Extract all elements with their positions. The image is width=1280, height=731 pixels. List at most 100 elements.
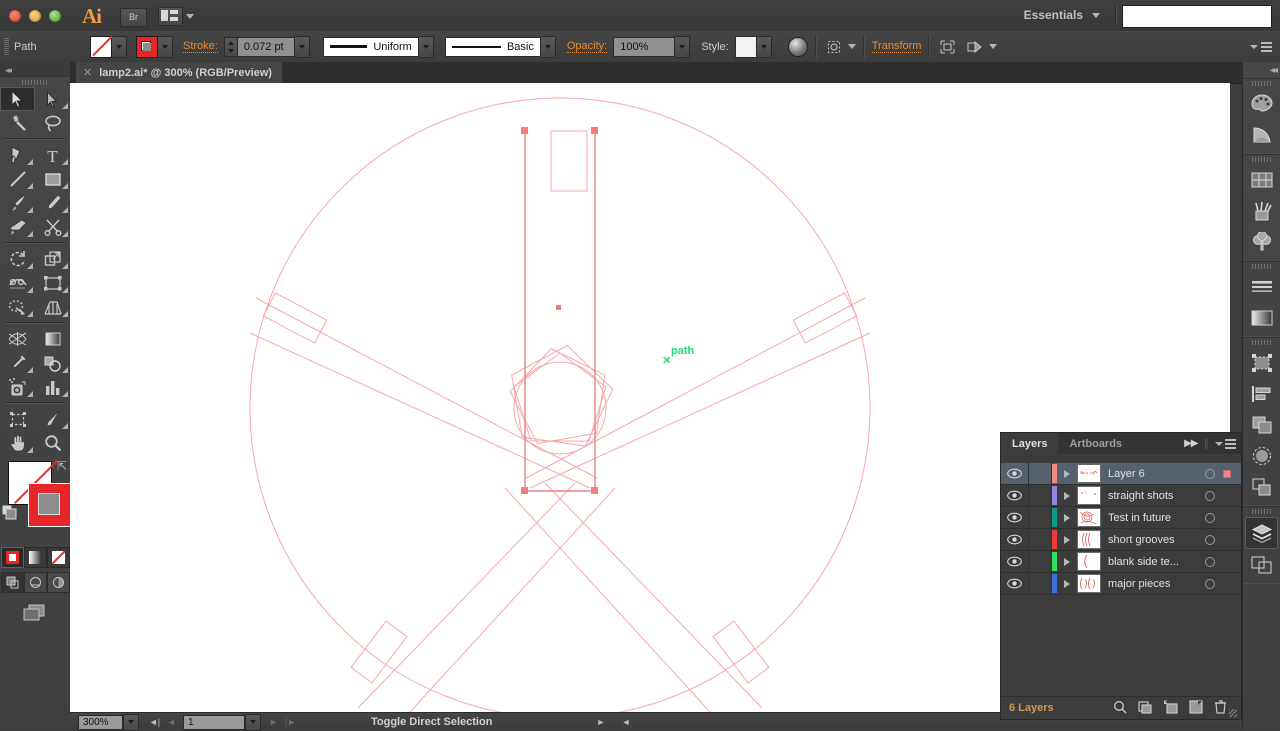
layer-disclosure-triangle[interactable]: [1057, 557, 1077, 566]
layer-name[interactable]: blank side te...: [1108, 556, 1199, 568]
last-artboard-button[interactable]: |►: [282, 714, 299, 730]
transparency-panel-icon[interactable]: [1246, 441, 1277, 471]
chevron-down-icon[interactable]: [847, 44, 856, 49]
table-row[interactable]: short grooves: [1001, 529, 1241, 551]
artboard-number-input[interactable]: 1: [183, 714, 245, 730]
first-artboard-button[interactable]: ◄|: [146, 714, 163, 730]
control-bar-grip[interactable]: [4, 37, 9, 56]
next-artboard-button[interactable]: ►: [265, 714, 282, 730]
color-guide-panel-icon[interactable]: [1246, 120, 1277, 150]
layer-target-indicator[interactable]: [1205, 578, 1215, 589]
layer-lock-toggle[interactable]: [1029, 573, 1052, 594]
layer-visibility-toggle[interactable]: [1001, 485, 1029, 506]
lasso-tool[interactable]: [35, 111, 70, 135]
stroke-label[interactable]: Stroke:: [183, 40, 218, 53]
color-panel-icon[interactable]: [1246, 89, 1277, 119]
type-tool[interactable]: T: [35, 143, 70, 167]
layer-lock-toggle[interactable]: [1029, 485, 1052, 506]
default-fill-stroke-icon[interactable]: [1, 504, 18, 521]
status-message[interactable]: Toggle Direct Selection: [371, 716, 492, 728]
table-row[interactable]: blank side te...: [1001, 551, 1241, 573]
stroke-dropdown-button[interactable]: [158, 35, 173, 58]
layer-disclosure-triangle[interactable]: [1057, 579, 1077, 588]
align-options-icon[interactable]: [824, 37, 844, 57]
table-row[interactable]: straight shots: [1001, 485, 1241, 507]
mesh-tool[interactable]: [0, 327, 35, 351]
color-mode-button[interactable]: [0, 547, 24, 568]
dock-group-grip[interactable]: [1243, 507, 1280, 516]
dock-group-grip[interactable]: [1243, 338, 1280, 347]
layer-visibility-toggle[interactable]: [1001, 573, 1029, 594]
artboards-panel-icon[interactable]: [1246, 550, 1277, 580]
locate-object-icon[interactable]: [1113, 700, 1127, 717]
symbol-sprayer-tool[interactable]: [0, 375, 35, 399]
swatches-panel-icon[interactable]: [1246, 165, 1277, 195]
layer-lock-toggle[interactable]: [1029, 463, 1052, 484]
pencil-tool[interactable]: [35, 191, 70, 215]
opacity-dropdown-button[interactable]: [675, 35, 691, 58]
double-chevron-right-icon[interactable]: ▶▶: [1184, 438, 1198, 449]
artboard-dropdown-button[interactable]: [245, 713, 261, 731]
gradient-mode-button[interactable]: [23, 547, 47, 568]
layer-visibility-toggle[interactable]: [1001, 463, 1029, 484]
recolor-artwork-icon[interactable]: [787, 36, 808, 57]
layers-panel-icon[interactable]: [1245, 517, 1278, 549]
gradient-panel-icon[interactable]: [1246, 303, 1277, 333]
line-segment-tool[interactable]: [0, 167, 35, 191]
scale-tool[interactable]: [35, 247, 70, 271]
none-mode-button[interactable]: [46, 547, 70, 568]
close-window-button[interactable]: [9, 10, 21, 22]
layers-panel-menu-button[interactable]: [1215, 438, 1236, 449]
document-tab[interactable]: ✕ lamp2.ai* @ 300% (RGB/Preview): [76, 62, 282, 83]
eyedropper-tool[interactable]: [0, 351, 35, 375]
symbols-panel-icon[interactable]: [1246, 227, 1277, 257]
pen-tool[interactable]: [0, 143, 35, 167]
graphic-style-dropdown-button[interactable]: [756, 35, 772, 58]
collapse-panels-icon[interactable]: ◂◂: [1270, 65, 1278, 76]
stroke-weight-dropdown-button[interactable]: [294, 35, 310, 58]
change-screen-mode-button[interactable]: [0, 602, 70, 622]
window-controls[interactable]: [9, 10, 61, 22]
horizontal-scroll-left-button[interactable]: ◄: [617, 714, 634, 730]
align-panel-icon[interactable]: [1246, 379, 1277, 409]
stroke-swatch[interactable]: [136, 35, 158, 58]
layer-target-indicator[interactable]: [1205, 534, 1215, 545]
collapse-tools-icon[interactable]: ◂◂: [5, 65, 12, 76]
edit-clipping-path-icon[interactable]: [965, 37, 985, 57]
layer-lock-toggle[interactable]: [1029, 507, 1052, 528]
fill-dropdown-button[interactable]: [112, 35, 127, 58]
zoom-level-dropdown-button[interactable]: [123, 713, 139, 731]
rotate-tool[interactable]: [0, 247, 35, 271]
tools-panel-header[interactable]: ◂◂: [0, 62, 70, 77]
width-tool[interactable]: [0, 271, 35, 295]
stroke-profile-select[interactable]: Uniform: [322, 36, 419, 57]
appearance-panel-icon[interactable]: [1246, 472, 1277, 502]
direct-selection-tool[interactable]: [35, 87, 70, 111]
layer-visibility-toggle[interactable]: [1001, 529, 1029, 550]
minimize-window-button[interactable]: [29, 10, 41, 22]
zoom-level-input[interactable]: 300%: [78, 714, 123, 730]
layer-disclosure-triangle[interactable]: [1057, 535, 1077, 544]
make-clipping-mask-icon[interactable]: [1138, 700, 1152, 717]
brush-definition-select[interactable]: Basic: [444, 36, 541, 57]
opacity-label[interactable]: Opacity:: [566, 40, 608, 53]
layer-target-indicator[interactable]: [1205, 490, 1215, 501]
draw-inside-button[interactable]: [46, 572, 70, 593]
isolate-selected-icon[interactable]: [937, 37, 957, 57]
table-row[interactable]: Layer 6: [1001, 463, 1241, 485]
workspace-switcher[interactable]: Essentials: [1024, 8, 1100, 22]
layer-name[interactable]: straight shots: [1108, 490, 1199, 502]
table-row[interactable]: major pieces: [1001, 573, 1241, 595]
chevron-down-icon[interactable]: [989, 44, 998, 49]
status-menu-button[interactable]: ►: [592, 714, 609, 730]
selection-tool[interactable]: [0, 87, 35, 111]
swap-fill-stroke-icon[interactable]: ⇱: [57, 459, 67, 473]
stroke-color-swatch[interactable]: [28, 483, 72, 527]
previous-artboard-button[interactable]: ◄: [163, 714, 180, 730]
graphic-style-swatch[interactable]: [734, 35, 757, 58]
create-new-layer-icon[interactable]: [1189, 699, 1203, 717]
layer-visibility-toggle[interactable]: [1001, 551, 1029, 572]
fill-swatch[interactable]: [90, 35, 112, 58]
perspective-grid-tool[interactable]: [35, 295, 70, 319]
panel-resize-grip[interactable]: [1229, 709, 1237, 717]
